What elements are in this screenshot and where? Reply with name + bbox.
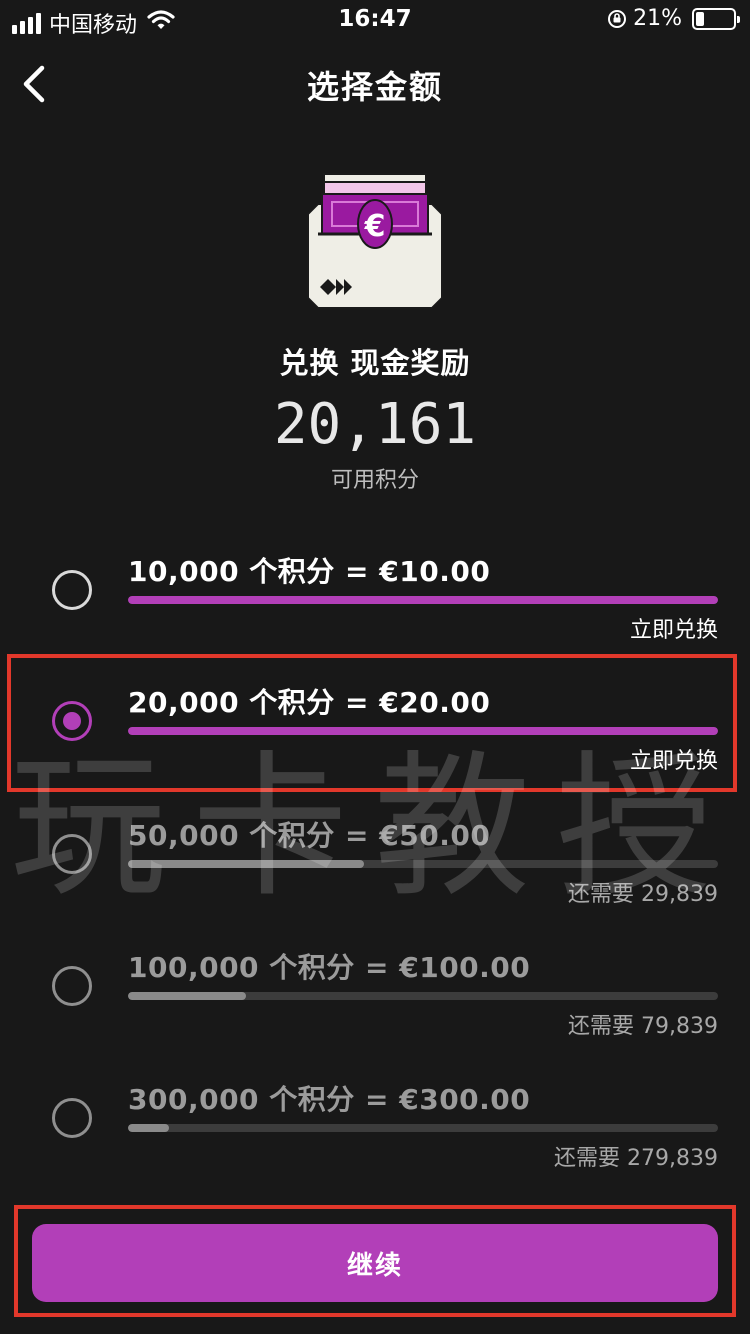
- battery-icon: [692, 7, 740, 30]
- battery-percent: 21%: [633, 6, 682, 31]
- progress-fill: [128, 596, 718, 604]
- continue-button[interactable]: 继续: [32, 1224, 718, 1302]
- option-label: 10,000 个积分 = €10.00: [128, 555, 491, 588]
- available-points-label: 可用积分: [330, 468, 419, 493]
- reward-title: 兑换 现金奖励: [279, 346, 471, 380]
- option-status: 立即兑换: [629, 618, 718, 643]
- amount-option-10[interactable]: 10,000 个积分 = €10.00 立即兑换: [0, 546, 750, 666]
- amount-option-50[interactable]: 50,000 个积分 = €50.00 还需要 29,839: [0, 810, 750, 930]
- amount-option-300[interactable]: 300,000 个积分 = €300.00 还需要 279,839: [0, 1074, 750, 1194]
- progress-track: [128, 596, 718, 604]
- status-bar: 中国移动 16:47 21%: [0, 0, 750, 40]
- progress-track: [128, 1124, 718, 1132]
- rotation-lock-icon: [608, 9, 627, 28]
- option-label: 100,000 个积分 = €100.00: [128, 951, 531, 984]
- radio-button[interactable]: [52, 834, 92, 874]
- option-status: 还需要 79,839: [568, 1014, 718, 1039]
- option-status: 还需要 29,839: [568, 882, 718, 907]
- amount-option-100[interactable]: 100,000 个积分 = €100.00 还需要 79,839: [0, 942, 750, 1062]
- progress-track: [128, 992, 718, 1000]
- available-points-value: 20,161: [273, 392, 477, 457]
- continue-button-label: 继续: [346, 1250, 403, 1281]
- progress-track: [128, 860, 718, 868]
- radio-button[interactable]: [52, 570, 92, 610]
- progress-fill: [128, 1124, 170, 1132]
- progress-fill: [128, 860, 364, 868]
- page-title: 选择金额: [306, 68, 443, 106]
- currency-symbol: €: [364, 209, 386, 244]
- selection-highlight-box: [7, 654, 737, 792]
- radio-button[interactable]: [52, 966, 92, 1006]
- option-label: 50,000 个积分 = €50.00: [128, 819, 491, 852]
- option-status: 还需要 279,839: [554, 1146, 718, 1171]
- cash-reward-icon: €: [304, 172, 446, 310]
- progress-fill: [128, 992, 246, 1000]
- status-right: 21%: [607, 6, 740, 31]
- nav-header: 选择金额: [0, 48, 750, 120]
- radio-button[interactable]: [52, 1098, 92, 1138]
- screen: 中国移动 16:47 21% 选择金额 € 兑换 现金奖励 20,161 可用积…: [0, 0, 750, 1334]
- option-label: 300,000 个积分 = €300.00: [128, 1083, 531, 1116]
